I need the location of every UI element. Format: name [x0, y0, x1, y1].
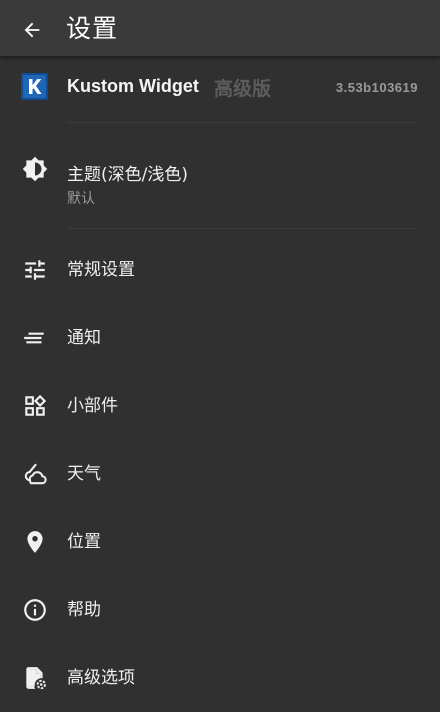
menu-item-label: 位置 [67, 532, 101, 552]
app-info-row: Kustom Widget 高级版 3.53b103619 [0, 56, 440, 122]
menu-item-label: 天气 [67, 464, 101, 484]
theme-setting[interactable]: 主题(深色/浅色) 默认 [0, 122, 440, 228]
menu-item-label: 小部件 [67, 396, 118, 416]
file-settings-icon [26, 667, 46, 690]
menu-item-weather[interactable]: 天气 [0, 440, 440, 508]
brightness-icon [22, 156, 48, 182]
arrow-left-icon [24, 22, 40, 38]
menu-item-location[interactable]: 位置 [0, 508, 440, 576]
theme-title: 主题(深色/浅色) [67, 165, 188, 185]
page-title: 设置 [66, 14, 119, 43]
menu-item-label: 帮助 [67, 600, 101, 620]
divider [67, 228, 416, 229]
back-button[interactable] [14, 12, 50, 48]
menu-item-widgets[interactable]: 小部件 [0, 372, 440, 440]
widgets-icon [25, 394, 47, 416]
app-toolbar: 设置 [0, 0, 440, 56]
menu-item-label: 高级选项 [67, 668, 135, 688]
menu-item-notifications[interactable]: 通知 [0, 304, 440, 372]
menu-item-advanced[interactable]: 高级选项 [0, 644, 440, 712]
weather-icon [24, 463, 47, 485]
menu-item-help[interactable]: 帮助 [0, 576, 440, 644]
theme-subtitle: 默认 [67, 191, 95, 207]
settings-list: Kustom Widget 高级版 3.53b103619 主题(深色/浅色) … [0, 56, 440, 712]
location-pin-icon [27, 531, 43, 553]
tune-sliders-icon [25, 260, 45, 280]
menu-item-general-settings[interactable]: 常规设置 [0, 236, 440, 304]
app-version: 3.53b103619 [335, 80, 418, 95]
kustom-logo-icon [21, 73, 48, 100]
menu-item-label: 通知 [67, 328, 101, 348]
menu-item-label: 常规设置 [67, 260, 135, 280]
notification-lines-icon [24, 332, 44, 344]
app-edition: 高级版 [214, 78, 272, 100]
info-icon [24, 599, 46, 621]
app-name: Kustom Widget [67, 76, 199, 96]
